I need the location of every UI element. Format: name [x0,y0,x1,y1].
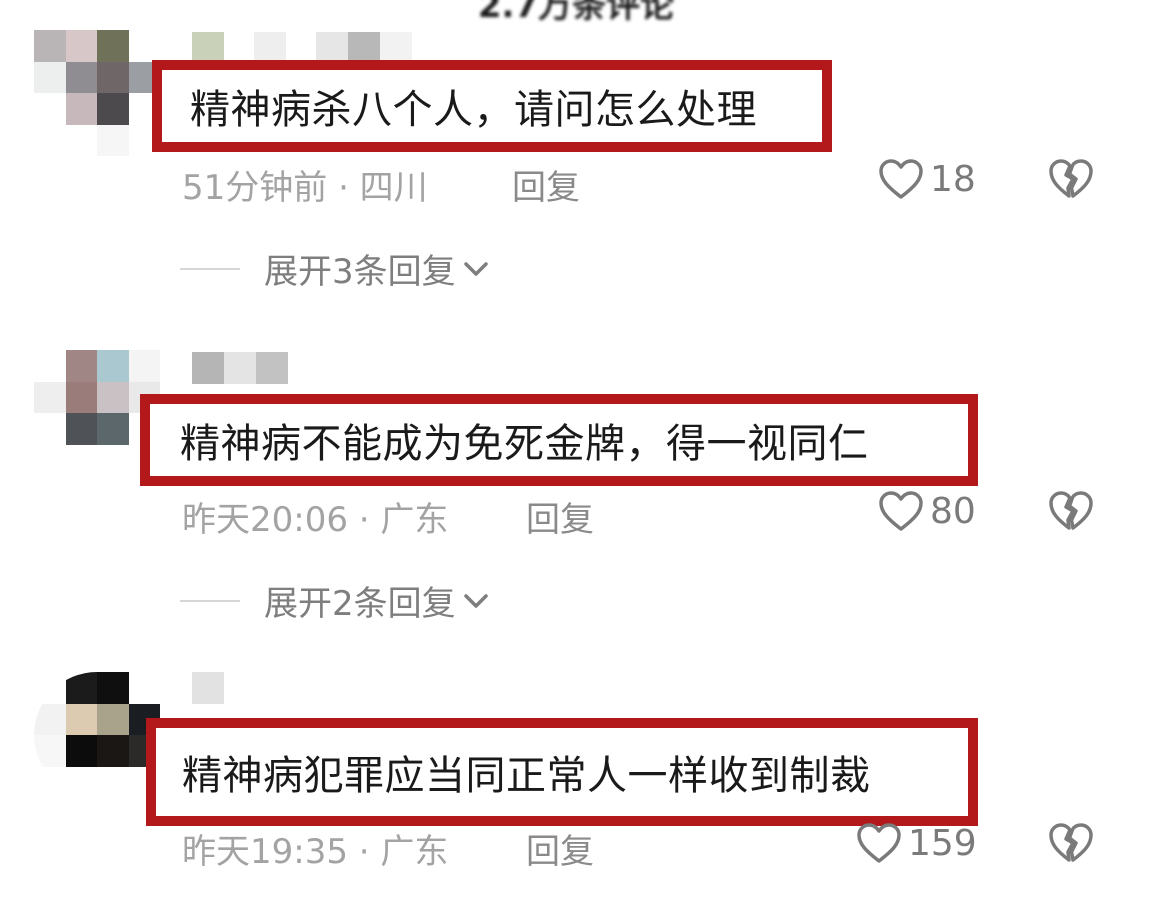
username[interactable] [192,672,224,706]
dislike-button[interactable] [1048,158,1094,204]
expand-replies-button[interactable]: 展开3条回复 [180,244,490,293]
comment-meta: 51分钟前 · 四川 回复 [182,160,580,209]
comments-count-title: 2.7万条评论 [477,0,675,26]
highlighted-comment-box: 精神病不能成为免死金牌，得一视同仁 [140,394,978,486]
like-button[interactable]: 159 [856,822,977,864]
reply-button[interactable]: 回复 [526,492,594,541]
comment-text: 精神病杀八个人，请问怎么处理 [190,87,757,133]
like-button[interactable]: 18 [878,158,976,200]
divider-line [180,599,240,602]
expand-replies-label: 展开2条回复 [264,584,456,624]
avatar[interactable] [34,30,160,156]
heart-outline-icon [857,823,901,863]
dislike-button[interactable] [1048,822,1094,868]
comment-text: 精神病不能成为免死金牌，得一视同仁 [180,421,869,467]
highlighted-comment-box: 精神病犯罪应当同正常人一样收到制裁 [146,718,978,826]
divider-line [180,267,240,270]
expand-replies-button[interactable]: 展开2条回复 [180,576,490,625]
expand-replies-label: 展开3条回复 [264,252,456,292]
reply-button[interactable]: 回复 [512,160,580,209]
chevron-down-icon [463,593,488,608]
like-count: 18 [930,158,976,200]
comment-text: 精神病犯罪应当同正常人一样收到制裁 [182,753,871,799]
like-count: 80 [930,490,976,532]
broken-heart-icon [1049,159,1093,198]
comment-meta: 昨天20:06 · 广东 回复 [182,492,594,541]
avatar[interactable] [34,672,160,798]
like-count: 159 [908,822,977,864]
heart-outline-icon [879,491,923,531]
chevron-down-icon [463,261,488,276]
dislike-button[interactable] [1048,490,1094,536]
reply-button[interactable]: 回复 [526,824,594,873]
heart-outline-icon [879,159,923,199]
comment-time-location: 51分钟前 · 四川 [182,168,428,208]
comment-time-location: 昨天19:35 · 广东 [182,832,449,872]
username[interactable] [192,352,288,386]
highlighted-comment-box: 精神病杀八个人，请问怎么处理 [152,60,832,152]
comment-meta: 昨天19:35 · 广东 回复 [182,824,594,873]
like-button[interactable]: 80 [878,490,976,532]
broken-heart-icon [1049,823,1093,862]
comment-time-location: 昨天20:06 · 广东 [182,500,449,540]
broken-heart-icon [1049,491,1093,530]
